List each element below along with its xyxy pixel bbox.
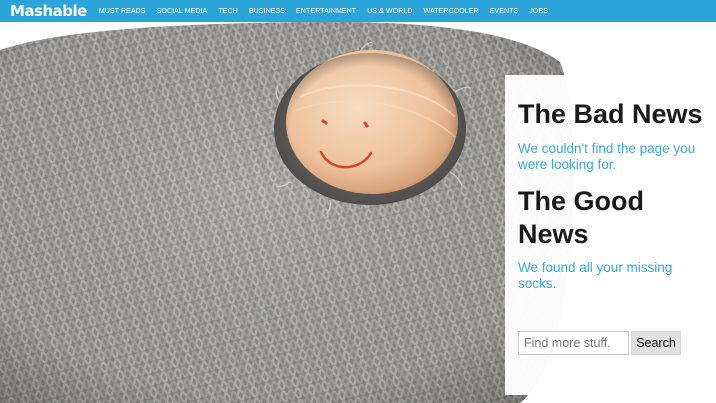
search-input[interactable] xyxy=(518,331,629,355)
error-message-panel: The Bad News We couldn't find the page y… xyxy=(505,75,716,395)
nav-item-us-world[interactable]: US & WORLD xyxy=(367,8,412,15)
nav-item-jobs[interactable]: JOBS xyxy=(529,8,548,15)
bad-news-heading: The Bad News xyxy=(518,99,703,129)
nav-item-entertainment[interactable]: ENTERTAINMENT xyxy=(296,8,356,15)
good-news-text: We found all your missing socks. xyxy=(518,260,673,291)
nav-item-watercooler[interactable]: WATERCOOLER xyxy=(424,8,479,15)
nav-item-must-reads[interactable]: MUST READS xyxy=(99,8,146,15)
main-nav: MUST READS SOCIAL MEDIA TECH BUSINESS EN… xyxy=(97,8,559,15)
nav-item-social-media[interactable]: SOCIAL MEDIA xyxy=(157,8,208,15)
nav-item-business[interactable]: BUSINESS xyxy=(249,8,285,15)
site-logo[interactable]: Mashable xyxy=(10,0,87,22)
good-news-heading: The Good News xyxy=(518,186,644,249)
top-navigation-bar: Mashable MUST READS SOCIAL MEDIA TECH BU… xyxy=(0,0,716,22)
nav-item-events[interactable]: EVENTS xyxy=(490,8,519,15)
bad-news-text: We couldn't find the page you were looki… xyxy=(518,141,696,172)
nav-item-tech[interactable]: TECH xyxy=(218,8,237,15)
search-button[interactable]: Search xyxy=(631,331,681,355)
hero-area: The Bad News We couldn't find the page y… xyxy=(0,22,716,403)
